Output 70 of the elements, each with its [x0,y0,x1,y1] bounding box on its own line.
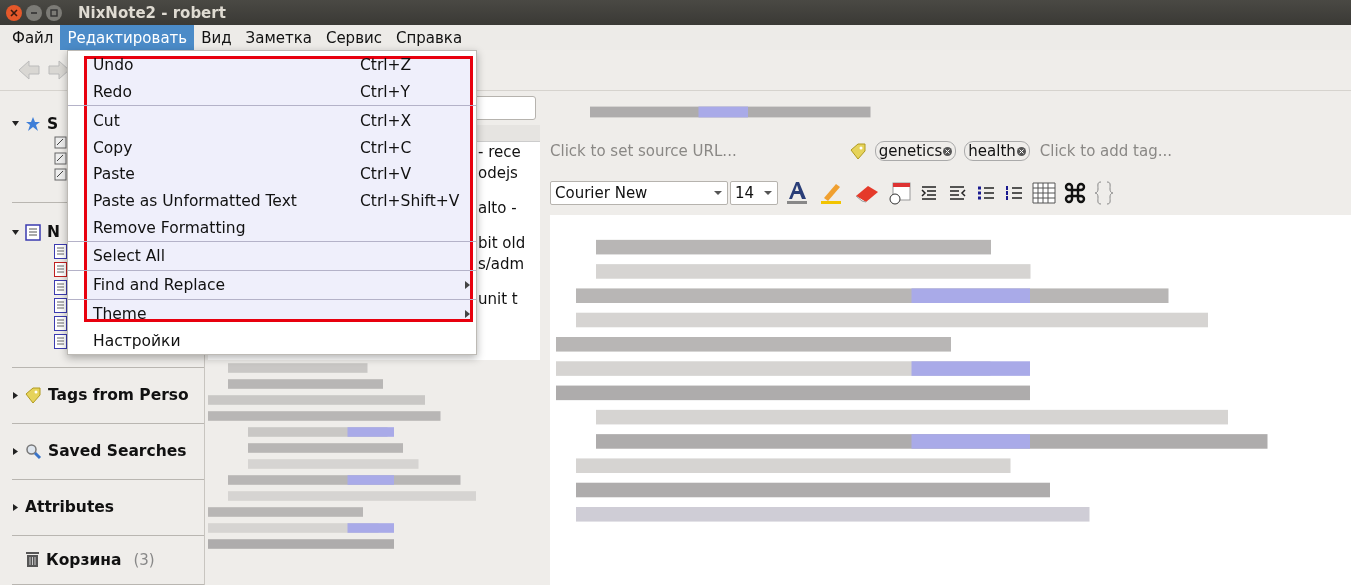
caret-icon[interactable] [12,447,19,455]
shortcut-icon [54,151,67,165]
tag-chip[interactable]: genetics [874,141,957,161]
menu-entry[interactable]: Undo Ctrl+Z [68,52,476,79]
bulleted-list-icon[interactable] [976,185,996,201]
menu-entry[interactable]: Theme [68,300,476,328]
size-dropdown[interactable]: 14 [730,181,778,205]
menu-item[interactable]: Редактировать [60,25,195,50]
note-snippet: alto - [478,198,518,219]
note-snippet: odejs [478,163,519,184]
shortcut-text: Ctrl+X [360,111,413,130]
maximize-icon [50,8,58,17]
shortcut-text: Ctrl+C [360,138,413,157]
note-snippet: - rece [478,142,522,163]
menu-entry[interactable]: Paste Ctrl+V [68,160,476,188]
menu-item[interactable]: Файл [5,25,61,50]
menu-entry[interactable]: Copy Ctrl+C [68,134,476,161]
calendar-icon[interactable] [888,181,912,205]
section-title[interactable]: N [47,223,60,242]
outdent-icon[interactable] [948,185,968,201]
caret-icon[interactable] [12,120,19,128]
star-icon [25,115,41,132]
remove-icon[interactable] [1016,146,1026,156]
close-button[interactable] [6,4,22,21]
section-title[interactable]: Saved Searches [48,442,187,461]
shortcut-text: Ctrl+Z [360,56,413,75]
trash-icon [25,551,40,569]
menu-entry[interactable]: Настройки [68,327,476,354]
command-key-icon[interactable] [1064,182,1086,204]
font-dropdown[interactable]: Courier New [550,181,728,205]
menu-item[interactable]: Заметка [238,25,319,50]
caret-icon[interactable] [12,228,19,236]
menu-entry[interactable]: Redo Ctrl+Y [68,78,476,106]
item-count: (3) [133,550,155,569]
shortcut-text: Ctrl+V [360,165,413,184]
tag-chip[interactable]: health [964,141,1030,161]
shortcut-text: Ctrl+Y [360,83,412,102]
section-title[interactable]: S [47,114,59,133]
menu-item[interactable]: Сервис [318,25,389,50]
note-snippet: bit old [478,233,527,254]
caret-icon[interactable] [12,503,19,511]
notebook-icon [25,223,41,241]
submenu-arrow-icon [465,309,470,318]
tag-icon [849,142,867,160]
section-title[interactable]: Attributes [25,498,115,517]
section-title[interactable]: Корзина [46,550,122,569]
menu-entry[interactable]: Find and Replace [68,271,476,299]
note-snippet: unit t [478,289,519,310]
caret-icon[interactable] [12,391,19,399]
maximize-button[interactable] [46,4,62,21]
tag-icon [25,386,42,404]
section-title[interactable]: Tags from Perso [48,386,189,405]
shortcut-text: Ctrl+Shift+V [360,192,461,210]
remove-icon[interactable] [943,146,953,156]
numbered-list-icon[interactable] [1004,185,1024,201]
note-snippet: s/adm [478,254,526,275]
menu-item[interactable]: Справка [389,25,470,50]
close-icon [10,8,18,17]
menu-entry[interactable]: Cut Ctrl+X [68,107,476,135]
window-title: NixNote2 - robert [78,3,226,22]
menu-item[interactable]: Вид [194,25,239,50]
minimize-button[interactable] [26,4,42,21]
table-icon[interactable] [1032,182,1056,204]
menu-entry[interactable]: Paste as Unformatted Text Ctrl+Shift+V [68,187,476,215]
menu-entry[interactable]: Remove Formatting [68,214,476,242]
submenu-arrow-icon [465,281,470,290]
shortcut-icon [54,167,67,181]
menu-entry[interactable]: Select All [68,243,476,270]
shortcut-icon [54,135,67,149]
magnifier-icon [25,442,42,460]
